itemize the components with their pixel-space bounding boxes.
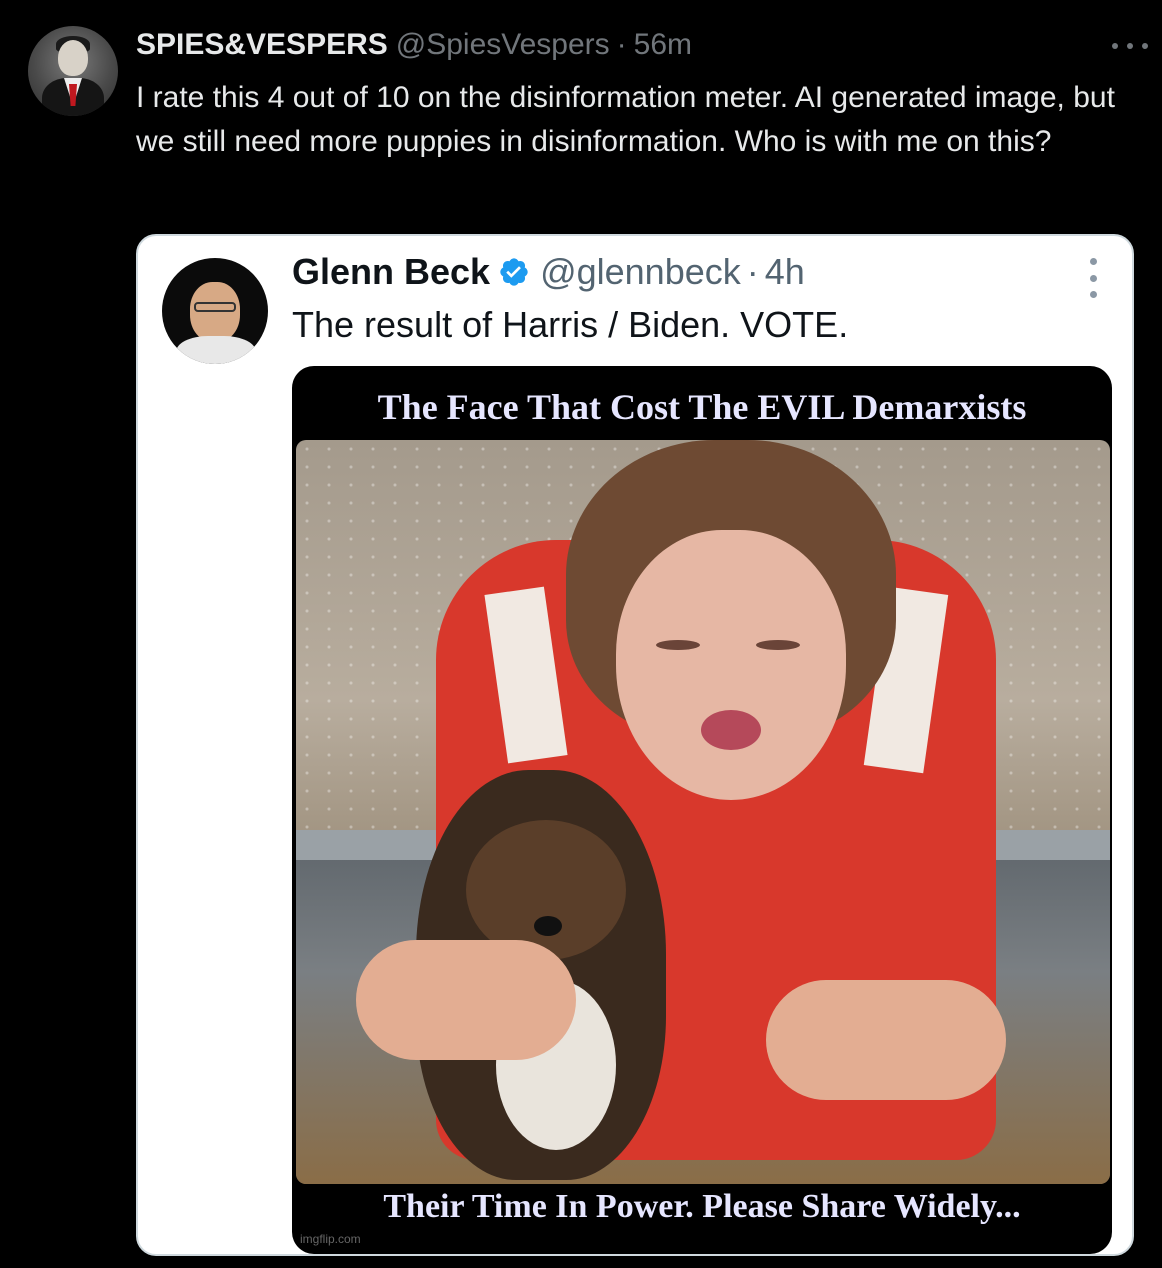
photo-puppy-face <box>466 820 626 960</box>
photo-child-arm-right <box>766 980 1006 1100</box>
quoted-display-name[interactable]: Glenn Beck <box>292 251 490 293</box>
verified-badge-icon <box>500 258 528 286</box>
timestamp[interactable]: 56m <box>634 28 692 62</box>
separator-dot: · <box>616 28 627 61</box>
quoted-avatar-glasses <box>194 302 236 312</box>
display-name[interactable]: SPIES&VESPERS <box>136 28 388 62</box>
quoted-header: Glenn Beck @glennbeck · 4h <box>292 251 805 293</box>
photo-puppy-nose <box>534 916 562 936</box>
photo-child-arm-left <box>356 940 576 1060</box>
more-icon[interactable] <box>1112 36 1148 56</box>
quoted-separator-dot: · <box>746 251 759 292</box>
meme-bottom-caption: Their Time In Power. Please Share Widely… <box>383 1188 1021 1225</box>
quoted-timestamp[interactable]: 4h <box>765 251 805 293</box>
quoted-avatar-shirt <box>176 336 256 364</box>
meme-image[interactable]: The Face That Cost The EVIL Demarxists T… <box>292 366 1112 1254</box>
quoted-tweet[interactable]: Glenn Beck @glennbeck · 4h The result of… <box>136 234 1134 1256</box>
meme-top-caption: The Face That Cost The EVIL Demarxists <box>377 387 1027 427</box>
tweet-header: SPIES&VESPERS @SpiesVespers · 56m <box>136 28 692 68</box>
photo-child-eye-right <box>756 640 800 650</box>
quoted-avatar-face <box>190 282 240 342</box>
quoted-more-icon[interactable] <box>1086 258 1100 298</box>
user-handle[interactable]: @SpiesVespers <box>396 28 610 62</box>
quoted-avatar[interactable] <box>162 258 268 364</box>
tweet-text: I rate this 4 out of 10 on the disinform… <box>136 81 1115 158</box>
avatar-head <box>58 40 88 76</box>
tweet[interactable]: SPIES&VESPERS @SpiesVespers · 56m I rate… <box>0 0 1162 1268</box>
meme-photo <box>296 440 1110 1184</box>
photo-child-face <box>616 530 846 800</box>
quoted-text: The result of Harris / Biden. VOTE. <box>292 304 849 345</box>
meme-watermark: imgflip.com <box>300 1232 361 1246</box>
photo-child-eye-left <box>656 640 700 650</box>
avatar[interactable] <box>28 26 118 116</box>
photo-child-mouth <box>701 710 761 750</box>
quoted-handle[interactable]: @glennbeck <box>540 251 741 293</box>
